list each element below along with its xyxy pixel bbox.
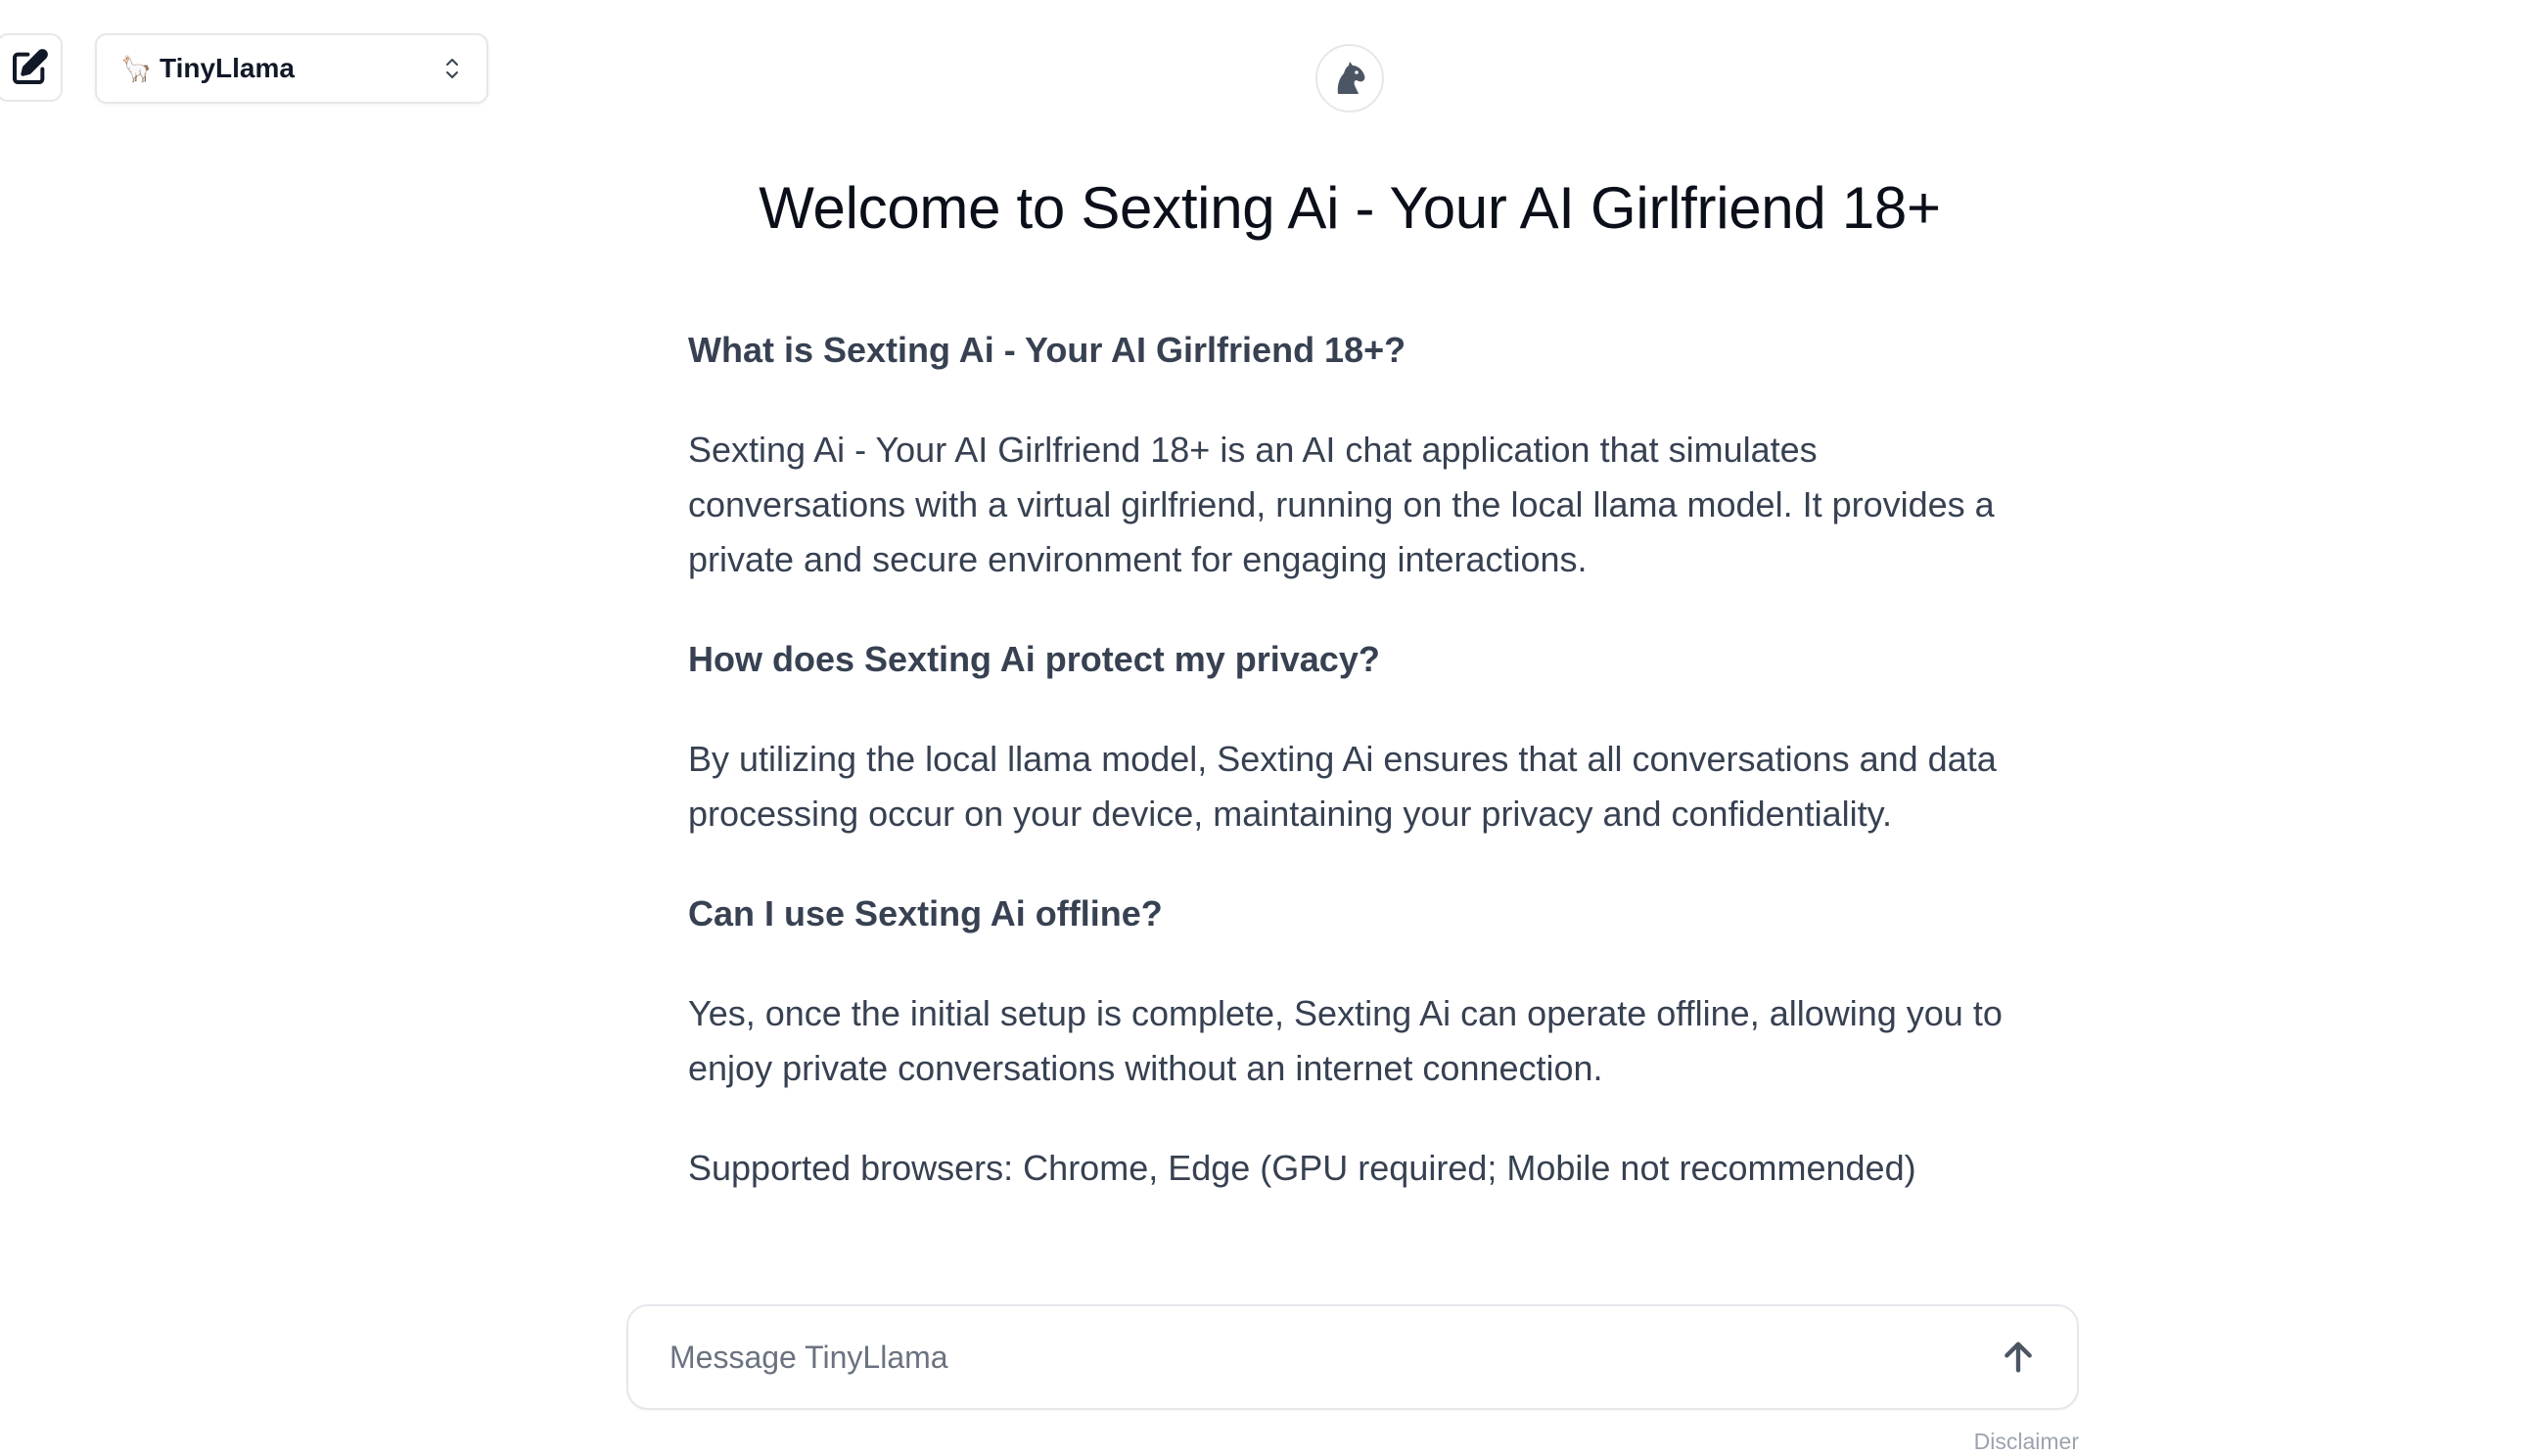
chevron-up-down-icon (441, 56, 463, 81)
new-chat-button[interactable] (0, 33, 63, 102)
horse-head-icon (1337, 62, 1365, 94)
faq-answer: Yes, once the initial setup is complete,… (688, 993, 2003, 1088)
faq-section: What is Sexting Ai - Your AI Girlfriend … (688, 323, 2019, 1196)
model-selector[interactable]: 🦙 TinyLlama (95, 33, 488, 104)
arrow-up-icon (2005, 1342, 2032, 1373)
faq-answer: By utilizing the local llama model, Sext… (688, 739, 1997, 834)
edit-icon (13, 49, 48, 84)
selected-model-label: TinyLlama (160, 53, 295, 83)
disclaimer-link[interactable]: Disclaimer (1974, 1429, 2079, 1455)
faq-question: How does Sexting Ai protect my privacy? (688, 639, 1380, 679)
faq-question: What is Sexting Ai - Your AI Girlfriend … (688, 330, 1406, 370)
message-input[interactable] (668, 1338, 1991, 1377)
app-logo (1315, 44, 1384, 113)
llama-emoji-icon: 🦙 (120, 53, 153, 83)
message-composer (626, 1304, 2079, 1410)
send-button[interactable] (1991, 1330, 2046, 1385)
supported-browsers-note: Supported browsers: Chrome, Edge (GPU re… (688, 1148, 1916, 1188)
faq-answer: Sexting Ai - Your AI Girlfriend 18+ is a… (688, 430, 1995, 579)
faq-question: Can I use Sexting Ai offline? (688, 893, 1163, 933)
page-title: Welcome to Sexting Ai - Your AI Girlfrie… (759, 175, 1941, 241)
